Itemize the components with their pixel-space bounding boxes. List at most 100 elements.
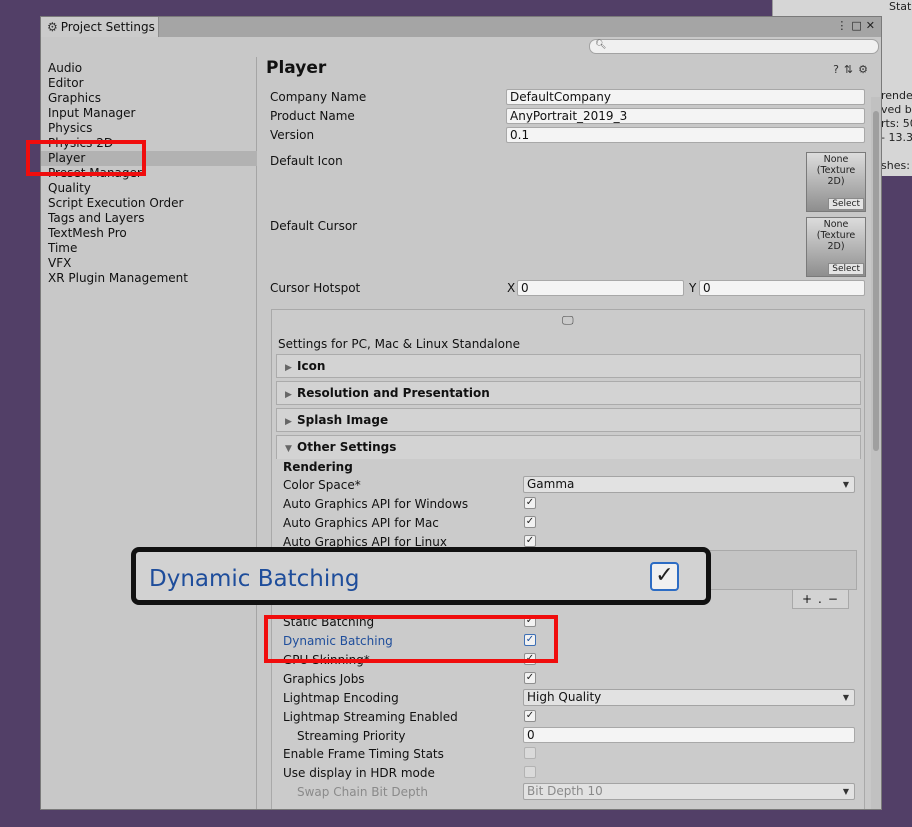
version-label: Version	[270, 128, 315, 142]
product-name-field[interactable]: AnyPortrait_2019_3	[506, 108, 865, 124]
version-field[interactable]: 0.1	[506, 127, 865, 143]
window-controls: ⋮□✕	[836, 19, 879, 32]
auto-api-mac-label: Auto Graphics API for Mac	[283, 516, 439, 530]
frame-timing-label: Enable Frame Timing Stats	[283, 747, 444, 761]
auto-api-windows-checkbox[interactable]: ✓	[524, 497, 536, 509]
product-name-label: Product Name	[270, 109, 355, 123]
sidebar-item-quality[interactable]: Quality	[48, 181, 91, 195]
texture-type-text: (Texture 2D)	[816, 165, 856, 187]
scrollbar[interactable]	[871, 97, 881, 809]
chevron-down-icon: ▼	[842, 480, 849, 489]
default-icon-label: Default Icon	[270, 154, 343, 168]
project-settings-window: ⚙ Project Settings ⋮□✕ 🔍︎ Audio Editor Gr…	[40, 16, 882, 810]
rendering-heading: Rendering	[283, 460, 353, 474]
hotspot-x-field[interactable]: 0	[517, 280, 684, 296]
sidebar-item-graphics[interactable]: Graphics	[48, 91, 101, 105]
streaming-priority-label: Streaming Priority	[297, 729, 406, 743]
cursor-hotspot-label: Cursor Hotspot	[270, 281, 361, 295]
foldout-label: Resolution and Presentation	[297, 386, 490, 400]
callout-label: Dynamic Batching	[149, 566, 360, 592]
player-settings-panel: Player ?⇅⚙ Company Name DefaultCompany P…	[258, 57, 881, 809]
sidebar-item-textmesh-pro[interactable]: TextMesh Pro	[48, 226, 127, 240]
background-line: ved b	[881, 103, 912, 116]
tab-project-settings[interactable]: ⚙ Project Settings	[41, 17, 159, 38]
search-icon: 🔍︎	[595, 40, 607, 50]
sidebar-item-physics[interactable]: Physics	[48, 121, 92, 135]
maximize-icon[interactable]: □	[851, 19, 865, 32]
monitor-icon[interactable]: 🖵	[562, 313, 574, 328]
remove-button[interactable]: −	[828, 592, 844, 606]
sidebar-item-audio[interactable]: Audio	[48, 61, 82, 75]
chevron-down-icon: ▼	[842, 787, 849, 796]
auto-api-mac-checkbox[interactable]: ✓	[524, 516, 536, 528]
auto-api-linux-checkbox[interactable]: ✓	[524, 535, 536, 547]
caret-right-icon: ▶	[285, 417, 292, 427]
sidebar-item-script-execution-order[interactable]: Script Execution Order	[48, 196, 183, 210]
default-icon-texture-slot[interactable]: None (Texture 2D) Select	[806, 152, 866, 212]
gear-icon[interactable]: ⚙	[858, 63, 873, 76]
search-input[interactable]: 🔍︎	[589, 39, 879, 54]
frame-timing-checkbox[interactable]	[524, 747, 536, 759]
dropdown-value: High Quality	[527, 690, 602, 704]
background-line: - 13.3	[881, 131, 912, 144]
default-cursor-label: Default Cursor	[270, 219, 358, 233]
page-title: Player	[266, 58, 327, 78]
default-icon-select-button[interactable]: Select	[828, 198, 864, 210]
graphics-jobs-label: Graphics Jobs	[283, 672, 365, 686]
gear-icon: ⚙	[47, 20, 58, 34]
title-bar: ⚙ Project Settings ⋮□✕	[41, 17, 881, 38]
foldout-other-settings-section[interactable]: ▼ Other Settings	[276, 435, 861, 459]
foldout-icon-section[interactable]: ▶ Icon	[276, 354, 861, 378]
preset-icon[interactable]: ⇅	[844, 63, 858, 76]
sidebar-item-vfx[interactable]: VFX	[48, 256, 71, 270]
sidebar-item-input-manager[interactable]: Input Manager	[48, 106, 136, 120]
tab-label: Project Settings	[60, 20, 155, 34]
sidebar-item-editor[interactable]: Editor	[48, 76, 84, 90]
texture-none-text: None	[823, 219, 849, 230]
default-cursor-select-button[interactable]: Select	[828, 263, 864, 275]
dropdown-value: Gamma	[527, 477, 575, 491]
highlight-box-player	[26, 140, 146, 176]
callout-checkbox: ✓	[650, 562, 679, 591]
lightmap-encoding-label: Lightmap Encoding	[283, 691, 399, 705]
check-icon: ✓	[655, 563, 674, 588]
graphics-jobs-checkbox[interactable]: ✓	[524, 672, 536, 684]
color-space-dropdown[interactable]: Gamma ▼	[523, 476, 855, 493]
hotspot-y-label: Y	[689, 281, 697, 295]
help-icon[interactable]: ?	[833, 63, 844, 76]
hotspot-y-field[interactable]: 0	[699, 280, 865, 296]
background-line: rts: 50	[881, 117, 912, 130]
foldout-resolution-section[interactable]: ▶ Resolution and Presentation	[276, 381, 861, 405]
dropdown-value: Bit Depth 10	[527, 784, 603, 798]
hotspot-x-label: X	[507, 281, 516, 295]
default-cursor-texture-slot[interactable]: None (Texture 2D) Select	[806, 217, 866, 277]
hdr-mode-checkbox[interactable]	[524, 766, 536, 778]
sidebar-item-tags-and-layers[interactable]: Tags and Layers	[48, 211, 144, 225]
lightmap-streaming-checkbox[interactable]: ✓	[524, 710, 536, 722]
more-icon[interactable]: ⋮	[836, 19, 851, 32]
company-name-label: Company Name	[270, 90, 367, 104]
background-window-title: Stati	[889, 0, 912, 13]
close-icon[interactable]: ✕	[866, 19, 879, 32]
foldout-label: Icon	[297, 359, 326, 373]
chevron-down-icon: ▼	[842, 693, 849, 702]
list-add-remove: +.−	[792, 589, 849, 609]
foldout-splash-section[interactable]: ▶ Splash Image	[276, 408, 861, 432]
streaming-priority-field[interactable]: 0	[523, 727, 855, 743]
caret-right-icon: ▶	[285, 363, 292, 373]
scrollbar-thumb[interactable]	[873, 111, 879, 451]
lightmap-encoding-dropdown[interactable]: High Quality ▼	[523, 689, 855, 706]
foldout-label: Other Settings	[297, 440, 397, 454]
swap-chain-dropdown[interactable]: Bit Depth 10 ▼	[523, 783, 855, 800]
highlight-box-dynamic-batching	[264, 615, 558, 663]
callout-zoom-box: Dynamic Batching ✓	[131, 547, 711, 605]
background-line: shes:	[881, 159, 910, 172]
texture-none-text: None	[823, 154, 849, 165]
foldout-label: Splash Image	[297, 413, 389, 427]
color-space-label: Color Space*	[283, 478, 361, 492]
company-name-field[interactable]: DefaultCompany	[506, 89, 865, 105]
add-button[interactable]: +.	[802, 592, 828, 606]
sidebar-item-xr-plugin-management[interactable]: XR Plugin Management	[48, 271, 188, 285]
sidebar-item-time[interactable]: Time	[48, 241, 77, 255]
caret-right-icon: ▶	[285, 390, 292, 400]
